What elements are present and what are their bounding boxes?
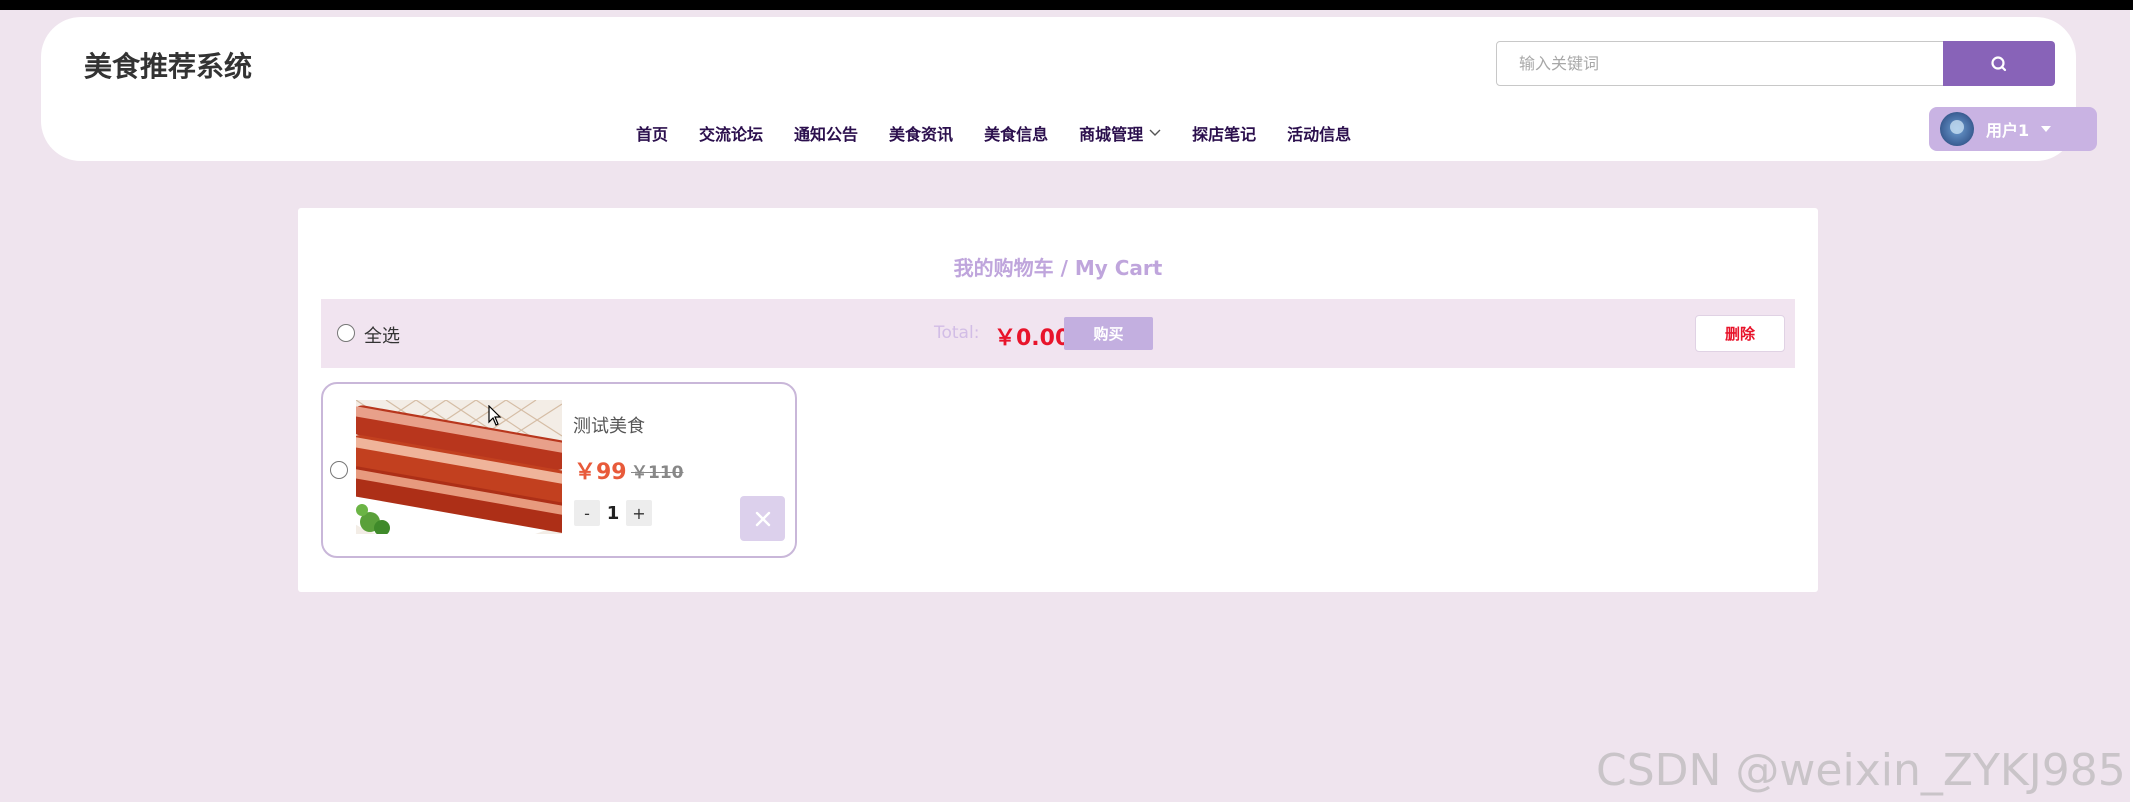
user-menu[interactable]: 用户1 [1929,107,2097,151]
cart-toolbar: 全选 Total: ￥0.00 购买 删除 [321,299,1795,368]
total-value: ￥0.00 [994,326,1071,351]
user-name: 用户1 [1986,121,2030,140]
quantity-value[interactable]: 1 [600,503,626,524]
nav-item-store-notes[interactable]: 探店笔记 [1192,121,1256,145]
page-title: 我的购物车 / My Cart [953,256,1163,280]
avatar-icon [1940,112,1974,146]
quantity-stepper: - 1 + [574,500,652,526]
site-header: 美食推荐系统 首页 交流论坛 通知公告 美食资讯 美食信息 商城管理 探店笔记 … [41,17,2097,161]
nav-item-events[interactable]: 活动信息 [1287,121,1351,145]
main-nav: 首页 交流论坛 通知公告 美食资讯 美食信息 商城管理 探店笔记 活动信息 [636,121,1382,145]
caret-down-icon [2041,126,2052,132]
cart-item-select-radio[interactable] [330,461,348,479]
select-all-label[interactable]: 全选 [364,322,400,348]
cart-panel: 我的购物车 / My Cart 全选 Total: ￥0.00 购买 删除 测试… [298,208,1818,592]
item-original-price: ￥110 [631,463,684,483]
search-button[interactable] [1943,41,2055,86]
food-illustration [356,400,562,534]
mouse-cursor-icon [488,405,502,426]
watermark: CSDN @weixin_ZYKJ985 [1596,745,2126,796]
nav-item-mall-management[interactable]: 商城管理 [1079,121,1161,145]
quantity-decrease-button[interactable]: - [574,500,600,526]
cart-item-card: 测试美食 ￥99 ￥110 - 1 + [321,382,797,558]
nav-item-home[interactable]: 首页 [636,121,668,145]
quantity-increase-button[interactable]: + [626,500,652,526]
nav-item-food-info[interactable]: 美食信息 [984,121,1048,145]
chevron-down-icon [1149,129,1161,137]
search-input[interactable] [1496,41,1944,86]
top-border [0,0,2133,10]
item-price: ￥99 [574,460,627,485]
food-image[interactable] [356,400,562,534]
select-all-radio[interactable] [337,324,355,342]
close-icon [755,511,770,526]
delete-button[interactable]: 删除 [1695,315,1785,352]
nav-item-forum[interactable]: 交流论坛 [699,121,763,145]
site-logo[interactable]: 美食推荐系统 [84,45,252,85]
remove-item-button[interactable] [740,496,785,541]
nav-item-notices[interactable]: 通知公告 [794,121,858,145]
nav-item-food-news[interactable]: 美食资讯 [889,121,953,145]
total-label: Total: [934,323,980,343]
search-icon [1991,55,2007,71]
item-name[interactable]: 测试美食 [573,412,645,438]
buy-button[interactable]: 购买 [1064,317,1153,350]
